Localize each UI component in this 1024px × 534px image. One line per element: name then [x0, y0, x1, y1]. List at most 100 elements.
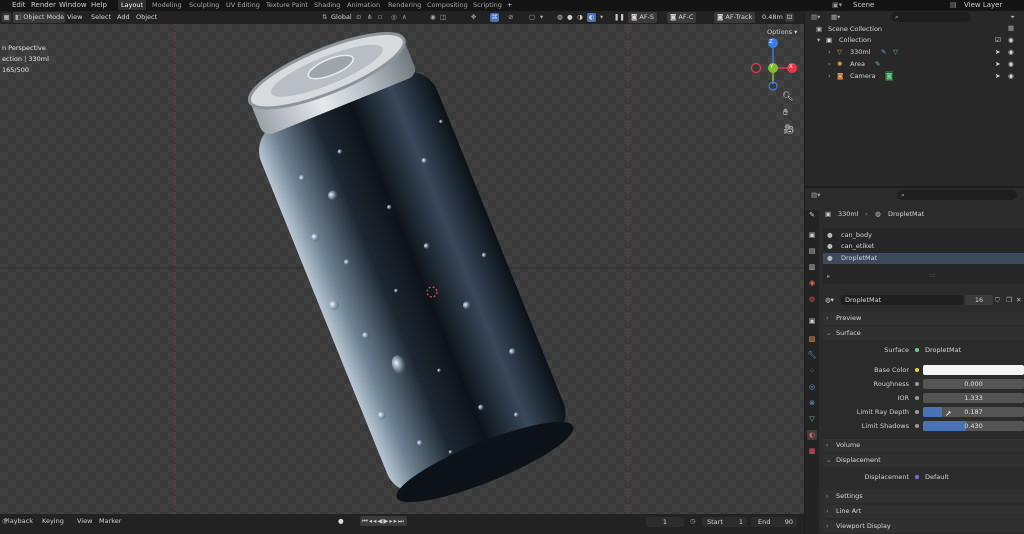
view-layer-tab-icon[interactable]: ▥	[807, 262, 817, 272]
next-key-icon[interactable]: ▸▸	[389, 517, 398, 525]
modifier-tab-icon[interactable]: 🔧︎	[807, 350, 817, 360]
section-preview[interactable]: › Preview	[823, 312, 1024, 325]
end-frame-field[interactable]: End 90	[751, 517, 797, 527]
overlays-dropdown-icon[interactable]: ▾	[540, 11, 543, 24]
outliner-row-area[interactable]: › ✺ Area ✎ ➤ ◉	[805, 59, 1024, 70]
af-s-button[interactable]: ◙ AF-S	[628, 12, 658, 23]
pan-hand-icon[interactable]: ✋︎	[783, 108, 788, 118]
outliner-row-scene-collection[interactable]: ▣ Scene Collection	[805, 24, 1024, 35]
gizmo-toggle-icon[interactable]: ⌘	[490, 13, 499, 22]
start-frame-field[interactable]: Start 1	[702, 517, 747, 527]
visibility-eye-icon[interactable]: ◉	[1008, 47, 1014, 57]
properties-search-input[interactable]: ⌕	[897, 190, 1017, 200]
collection-checkbox[interactable]: ☑	[995, 35, 1001, 45]
af-track-button[interactable]: ◙ AF-Track	[714, 12, 756, 23]
world-tab-icon[interactable]: ◍	[807, 294, 817, 304]
shading-material-icon[interactable]: ◑	[577, 11, 583, 24]
expand-arrow-icon[interactable]: ›	[828, 59, 831, 69]
view-layer-icon[interactable]: ▤	[950, 0, 957, 10]
filter-icon[interactable]: ⏷	[1010, 12, 1015, 22]
material-slot-list[interactable]: ● can_body ● can_etiket ● DropletMat ▸ :…	[823, 228, 1024, 284]
viewport-menu-view[interactable]: View	[67, 11, 82, 24]
scene-icon[interactable]: ▣▾	[832, 0, 842, 10]
properties-editor-icon[interactable]: ▤▾	[811, 190, 820, 200]
outliner-row-collection[interactable]: ▾ ▣ Collection ☑ ◉	[805, 35, 1024, 46]
mode-dropdown[interactable]: ◧ Object Mode	[13, 12, 65, 23]
snap-target-icon[interactable]: ▫	[378, 11, 382, 24]
timeline-menu-view[interactable]: View	[77, 517, 92, 526]
pause-icon[interactable]: ❚❚	[614, 11, 625, 24]
tab-shading[interactable]: Shading	[314, 0, 340, 10]
overlay-icon[interactable]: ⊘	[508, 11, 513, 24]
playback-controls[interactable]: ⏮◂◂◀▶▸▸⏭	[360, 516, 407, 526]
material-user-count[interactable]: 16	[965, 295, 993, 305]
menu-render[interactable]: Render	[31, 0, 56, 10]
hand-cursor-icon[interactable]: ✥	[471, 11, 476, 24]
menu-window[interactable]: Window	[59, 0, 87, 10]
select-cursor-icon[interactable]: ➤	[995, 47, 1000, 57]
tool-tab-icon[interactable]: ✎	[807, 210, 817, 220]
particles-tab-icon[interactable]: ⁘	[807, 366, 817, 376]
viewport-menu-add[interactable]: Add	[117, 11, 130, 24]
scene-name[interactable]: Scene	[853, 0, 874, 10]
view-layer-name[interactable]: View Layer	[964, 0, 1002, 10]
pivot-icon[interactable]: ⊙	[356, 11, 361, 24]
timeline-menu-playback[interactable]: Playback	[4, 517, 33, 526]
af-c-button[interactable]: ◙ AF-C	[667, 12, 697, 23]
snap-icon[interactable]: ⋔	[367, 11, 372, 24]
render-tab-icon[interactable]: ▣	[807, 230, 817, 240]
fake-user-shield-icon[interactable]: ⛉	[995, 295, 1000, 305]
editor-type-icon[interactable]: ▦	[2, 13, 11, 22]
material-browse-icon[interactable]: ◍▾	[825, 295, 834, 305]
physics-tab-icon[interactable]: ◎	[807, 382, 817, 392]
section-line-art[interactable]: › Line Art	[823, 505, 1024, 518]
shadows-slider[interactable]: 0.430	[923, 421, 1024, 431]
visibility-eye-icon[interactable]: ◉	[1008, 59, 1014, 69]
tab-texture-paint[interactable]: Texture Paint	[266, 0, 308, 10]
slot-list-resize-handle[interactable]: ::::	[929, 271, 936, 281]
expand-arrow-icon[interactable]: ▸	[827, 271, 830, 281]
shading-solid-icon[interactable]: ●	[567, 11, 573, 24]
3d-viewport[interactable]: Z X Y n Perspective ection | 330ml 165/5…	[0, 24, 804, 514]
outliner-row-330ml[interactable]: › ▽ 330ml ✎ ▽ ➤ ◉	[805, 47, 1024, 58]
tab-modeling[interactable]: Modeling	[152, 0, 182, 10]
section-surface[interactable]: ⌄ Surface	[823, 327, 1024, 340]
outliner-editor-icon[interactable]: ▤▾	[811, 12, 820, 22]
menu-help[interactable]: Help	[91, 0, 107, 10]
record-icon[interactable]: ●	[338, 517, 344, 526]
outliner-row-camera[interactable]: › ◙ Camera ◙ ➤ ◉	[805, 71, 1024, 82]
output-tab-icon[interactable]: ▤	[807, 246, 817, 256]
material-name-field[interactable]: DropletMat	[841, 295, 963, 305]
collection-expand-icon[interactable]: ▾	[817, 35, 820, 45]
jump-end-icon[interactable]: ⏭	[398, 517, 405, 525]
expand-arrow-icon[interactable]: ›	[828, 71, 831, 81]
object-type-visibility-icon[interactable]: ◉	[430, 11, 436, 24]
material-tab-icon[interactable]: ◐	[807, 430, 817, 440]
duplicate-material-icon[interactable]: ❐	[1006, 295, 1012, 305]
roughness-field[interactable]: 0.000	[923, 379, 1024, 389]
shading-wireframe-icon[interactable]: ◍	[557, 11, 563, 24]
collection-tab-icon[interactable]: ▣	[807, 316, 817, 326]
tab-sculpting[interactable]: Sculpting	[189, 0, 219, 10]
preview-range-icon[interactable]: ◷	[690, 517, 696, 526]
section-volume[interactable]: › Volume	[823, 439, 1024, 452]
falloff-icon[interactable]: ∧	[402, 11, 407, 24]
displacement-value[interactable]: Default	[925, 472, 949, 482]
timeline-menu-marker[interactable]: Marker	[99, 517, 121, 526]
select-cursor-icon[interactable]: ➤	[995, 59, 1000, 69]
object-tab-icon[interactable]: ▨	[807, 334, 817, 344]
tab-scripting[interactable]: Scripting	[473, 0, 502, 10]
orientation-icon[interactable]: ⇅	[322, 11, 327, 24]
shading-options-icon[interactable]: ▾	[600, 11, 603, 24]
material-slot-row-active[interactable]: ● DropletMat	[823, 253, 1024, 264]
scene-tab-icon[interactable]: ◉	[807, 278, 817, 288]
outliner-display-mode-icon[interactable]: ▦▾	[831, 12, 840, 22]
tab-layout[interactable]: Layout	[118, 0, 147, 10]
viewport-menu-object[interactable]: Object	[136, 11, 157, 24]
unlink-material-icon[interactable]: ✕	[1016, 295, 1021, 305]
current-frame-field[interactable]: 1	[646, 517, 684, 527]
section-viewport-display[interactable]: › Viewport Display	[823, 520, 1024, 533]
viewport-gizmo-toggle-icon[interactable]: ◫	[440, 11, 446, 24]
ray-depth-slider[interactable]: 0.187	[923, 407, 1024, 417]
texture-tab-icon[interactable]: ▩	[807, 446, 817, 456]
